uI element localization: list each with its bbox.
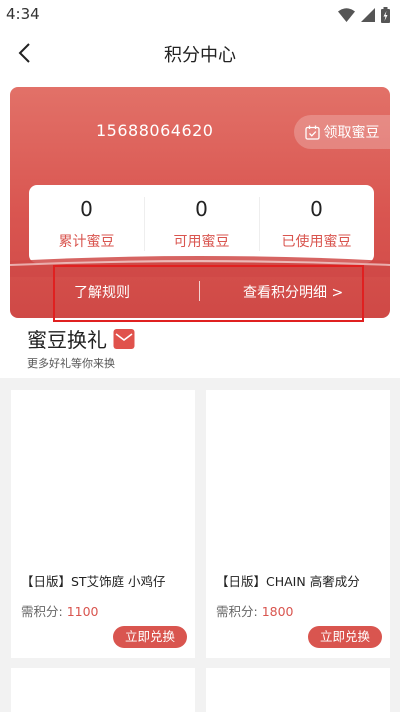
status-bar: 4:34	[0, 0, 400, 30]
product-points: 需积分: 1100	[21, 601, 99, 620]
points-hero-card: 15688064620 领取蜜豆 0 累计蜜豆 0 可用蜜豆 0 已使用蜜豆 了…	[10, 87, 390, 318]
claim-beans-label: 领取蜜豆	[323, 125, 380, 141]
points-label: 需积分:	[216, 604, 258, 619]
section-title: 蜜豆换礼	[27, 324, 387, 353]
stat-used: 0 已使用蜜豆	[259, 185, 374, 263]
rules-row: 了解规则 查看积分明细 >	[10, 277, 390, 307]
battery-icon	[381, 7, 390, 23]
stat-value: 0	[310, 197, 323, 221]
stat-label: 可用蜜豆	[173, 234, 230, 250]
stat-value: 0	[80, 197, 93, 221]
section-header: 蜜豆换礼 更多好礼等你来换	[27, 324, 387, 374]
product-card[interactable]: 【日版】ST艾饰庭 小鸡仔 需积分: 1100 立即兑换	[11, 390, 195, 658]
wifi-icon	[338, 8, 355, 22]
stat-total: 0 累计蜜豆	[29, 185, 144, 263]
points-value: 1800	[261, 604, 294, 619]
page-title: 积分中心	[164, 45, 236, 66]
section-title-text: 蜜豆换礼	[27, 328, 107, 352]
status-time: 4:34	[6, 5, 40, 23]
envelope-icon	[113, 328, 135, 349]
redeem-button[interactable]: 立即兑换	[308, 626, 382, 648]
signal-icon	[361, 8, 375, 22]
rules-link[interactable]: 了解规则	[74, 282, 130, 302]
product-card[interactable]: 【日版】CHAIN 高奢成分 需积分: 1800 立即兑换	[206, 390, 390, 658]
points-details-link[interactable]: 查看积分明细 >	[243, 282, 343, 302]
stat-value: 0	[195, 197, 208, 221]
product-image	[11, 390, 195, 566]
product-name: 【日版】ST艾饰庭 小鸡仔	[21, 574, 166, 589]
product-points: 需积分: 1800	[216, 601, 294, 620]
product-card-partial[interactable]	[206, 668, 390, 712]
redeem-button[interactable]: 立即兑换	[113, 626, 187, 648]
stats-card: 0 累计蜜豆 0 可用蜜豆 0 已使用蜜豆	[29, 185, 374, 263]
stat-label: 累计蜜豆	[58, 234, 115, 250]
section-subtitle: 更多好礼等你来换	[27, 357, 115, 370]
calendar-check-icon	[304, 125, 320, 140]
product-image	[206, 390, 390, 566]
rules-divider	[199, 281, 200, 301]
app-bar: 积分中心	[0, 30, 400, 76]
decorative-wave	[10, 256, 390, 277]
account-phone: 15688064620	[96, 121, 214, 140]
stat-available: 0 可用蜜豆	[144, 185, 259, 263]
status-icons	[338, 6, 390, 24]
product-card-partial[interactable]	[11, 668, 195, 712]
claim-beans-button[interactable]: 领取蜜豆	[294, 115, 390, 149]
points-label: 需积分:	[21, 604, 63, 619]
product-name: 【日版】CHAIN 高奢成分	[216, 574, 360, 589]
points-value: 1100	[66, 604, 99, 619]
stat-label: 已使用蜜豆	[281, 234, 352, 250]
